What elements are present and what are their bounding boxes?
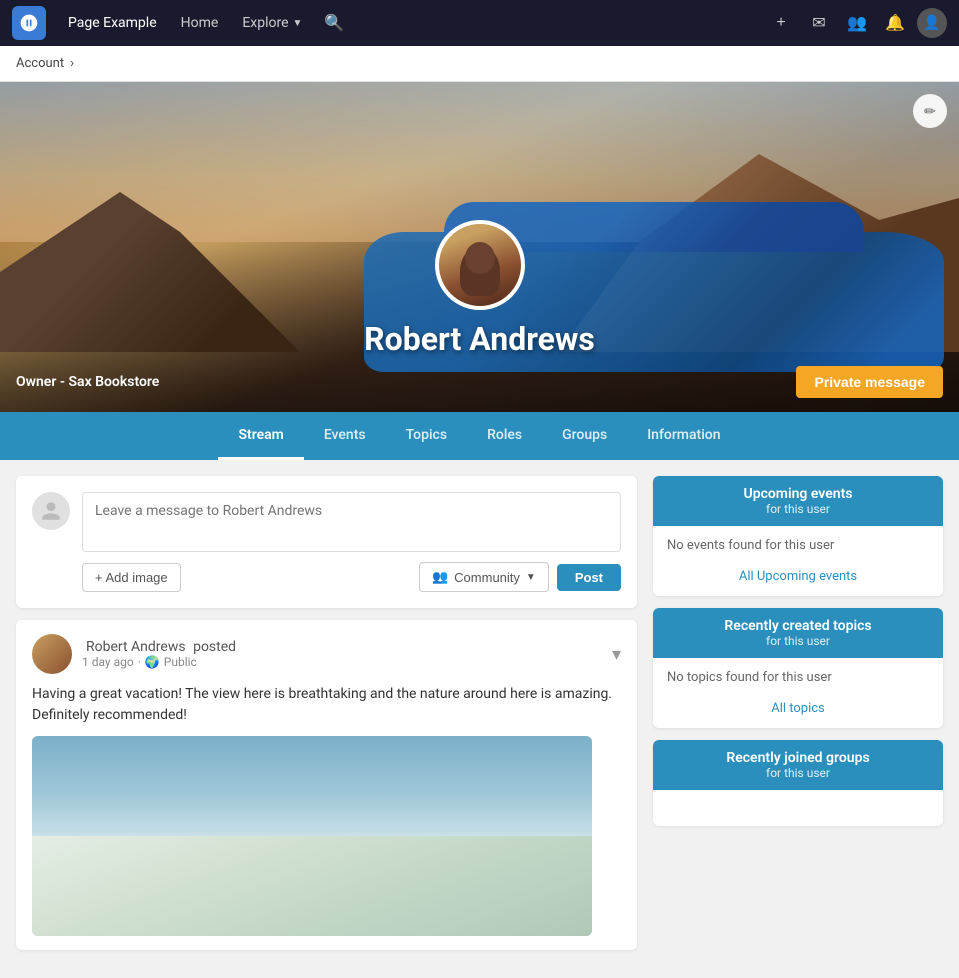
- role-label: Owner: [16, 374, 56, 390]
- community-label: Community: [454, 570, 520, 585]
- recently-joined-groups-subtitle: for this user: [667, 766, 929, 780]
- post-visibility: Public: [164, 655, 197, 669]
- post-user-name[interactable]: Robert Andrews posted: [82, 639, 602, 655]
- main-content: + Add image 👥 Community ▼ Post Robert An…: [0, 460, 959, 978]
- create-button[interactable]: +: [765, 7, 797, 39]
- post-message-input[interactable]: [82, 492, 621, 552]
- notifications-button[interactable]: 🔔: [879, 7, 911, 39]
- avatar-icon: 👤: [923, 15, 940, 31]
- post-header: Robert Andrews posted 1 day ago · 🌍 Publ…: [32, 634, 621, 674]
- topnav: Page Example Home Explore ▼ 🔍 + ✉ 👥 🔔 👤: [0, 0, 959, 46]
- stream-column: + Add image 👥 Community ▼ Post Robert An…: [16, 476, 637, 962]
- profile-tabs: Stream Events Topics Roles Groups Inform…: [0, 412, 959, 460]
- upcoming-events-title: Upcoming events: [667, 486, 929, 502]
- user-avatar-button[interactable]: 👤: [917, 8, 947, 38]
- topnav-right: + ✉ 👥 🔔 👤: [765, 7, 947, 39]
- recently-created-topics-subtitle: for this user: [667, 634, 929, 648]
- post-box-avatar: [32, 492, 70, 530]
- post-submit-button[interactable]: Post: [557, 564, 621, 591]
- globe-icon: 🌍: [145, 655, 160, 669]
- post-user-avatar: [32, 634, 72, 674]
- post-box: + Add image 👥 Community ▼ Post: [16, 476, 637, 608]
- hero-edit-button[interactable]: ✏: [913, 94, 947, 128]
- add-image-button[interactable]: + Add image: [82, 563, 181, 592]
- topnav-links: Page Example Home Explore ▼ 🔍: [58, 7, 765, 39]
- org-label: Sax Bookstore: [69, 374, 160, 390]
- upcoming-events-header: Upcoming events for this user: [653, 476, 943, 526]
- community-icon: 👥: [432, 569, 448, 585]
- tab-stream[interactable]: Stream: [218, 412, 303, 460]
- breadcrumb-separator: ›: [70, 56, 74, 71]
- upcoming-events-body: No events found for this user All Upcomi…: [653, 526, 943, 596]
- mail-button[interactable]: ✉: [803, 7, 835, 39]
- chevron-down-icon: ▼: [293, 18, 303, 29]
- post-box-top: [32, 492, 621, 552]
- chevron-down-icon: ▼: [526, 572, 536, 583]
- stream-post: Robert Andrews posted 1 day ago · 🌍 Publ…: [16, 620, 637, 950]
- community-select-button[interactable]: 👥 Community ▼: [419, 562, 549, 592]
- breadcrumb: Account ›: [0, 46, 959, 82]
- app-logo[interactable]: [12, 6, 46, 40]
- recently-created-topics-header: Recently created topics for this user: [653, 608, 943, 658]
- post-time: 1 day ago: [82, 655, 134, 669]
- recently-joined-groups-body: [653, 790, 943, 826]
- pencil-icon: ✏: [924, 103, 936, 120]
- post-image: [32, 736, 592, 936]
- upcoming-events-empty: No events found for this user: [667, 538, 929, 553]
- tab-topics[interactable]: Topics: [386, 412, 467, 460]
- recently-joined-groups-header: Recently joined groups for this user: [653, 740, 943, 790]
- hero-meta: Owner - Sax Bookstore Private message: [0, 366, 959, 398]
- post-text: Having a great vacation! The view here i…: [32, 684, 621, 726]
- hero-user-name: Robert Andrews: [364, 320, 595, 358]
- role-separator: -: [60, 374, 69, 390]
- hero-avatar: [435, 220, 525, 310]
- avatar-image: [439, 224, 521, 306]
- post-actions-right: 👥 Community ▼ Post: [419, 562, 621, 592]
- recently-joined-groups-widget: Recently joined groups for this user: [653, 740, 943, 826]
- tab-groups[interactable]: Groups: [542, 412, 627, 460]
- tab-roles[interactable]: Roles: [467, 412, 542, 460]
- breadcrumb-account[interactable]: Account: [16, 56, 64, 71]
- tab-events[interactable]: Events: [304, 412, 386, 460]
- recently-created-topics-title: Recently created topics: [667, 618, 929, 634]
- post-collapse-button[interactable]: ▾: [612, 644, 621, 665]
- post-user-meta: 1 day ago · 🌍 Public: [82, 655, 602, 669]
- private-message-button[interactable]: Private message: [796, 366, 943, 398]
- hero-role: Owner - Sax Bookstore: [16, 374, 159, 390]
- tab-information[interactable]: Information: [627, 412, 740, 460]
- search-button[interactable]: 🔍: [316, 7, 352, 39]
- hero-section: ✏ Robert Andrews Owner - Sax Bookstore P…: [0, 82, 959, 412]
- all-topics-link[interactable]: All topics: [667, 697, 929, 716]
- nav-explore[interactable]: Explore ▼: [232, 9, 312, 37]
- dot-separator: ·: [138, 655, 141, 669]
- members-button[interactable]: 👥: [841, 7, 873, 39]
- post-box-actions: + Add image 👥 Community ▼ Post: [32, 562, 621, 592]
- nav-page-example[interactable]: Page Example: [58, 9, 167, 37]
- post-user-info: Robert Andrews posted 1 day ago · 🌍 Publ…: [82, 639, 602, 669]
- recently-joined-groups-title: Recently joined groups: [667, 750, 929, 766]
- upcoming-events-subtitle: for this user: [667, 502, 929, 516]
- recently-created-topics-widget: Recently created topics for this user No…: [653, 608, 943, 728]
- nav-home[interactable]: Home: [171, 9, 229, 37]
- right-column: Upcoming events for this user No events …: [653, 476, 943, 962]
- upcoming-events-widget: Upcoming events for this user No events …: [653, 476, 943, 596]
- recently-created-topics-empty: No topics found for this user: [667, 670, 929, 685]
- all-upcoming-events-link[interactable]: All Upcoming events: [667, 565, 929, 584]
- recently-created-topics-body: No topics found for this user All topics: [653, 658, 943, 728]
